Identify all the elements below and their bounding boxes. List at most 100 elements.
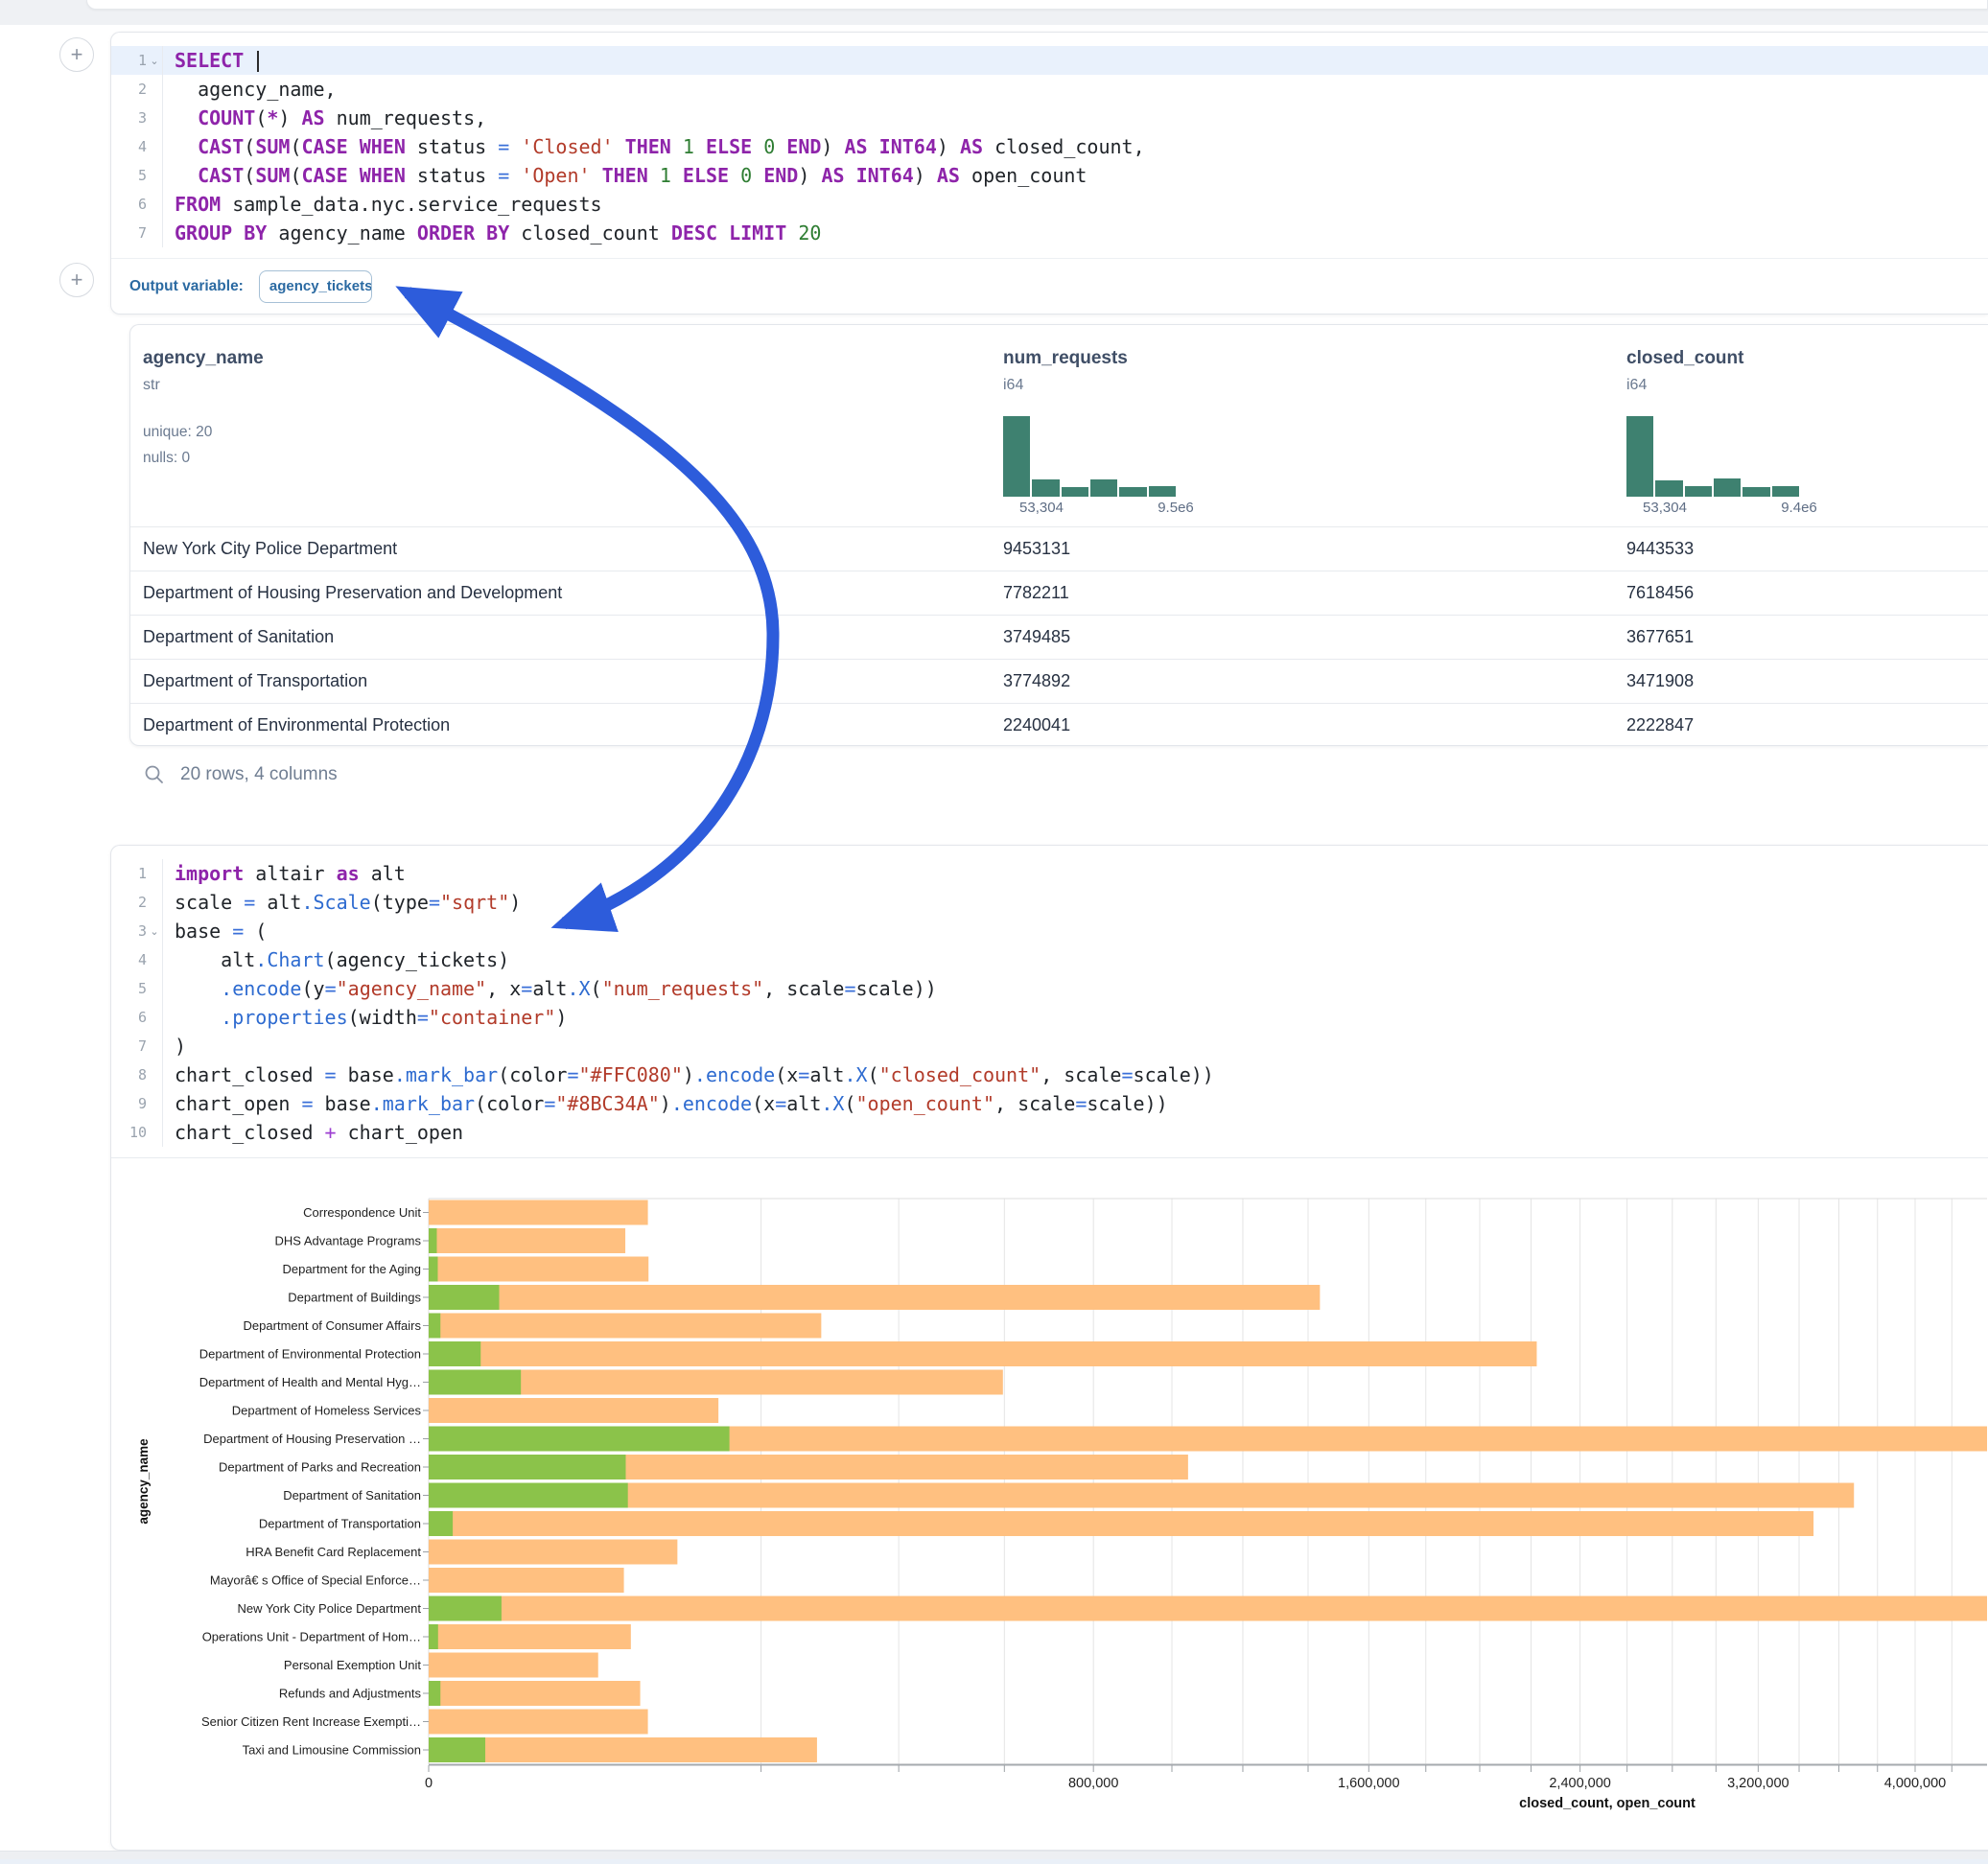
line-number: 5 — [138, 167, 147, 184]
query-results-table: agency_namestrunique: 20nulls: 0 num_requ… — [129, 324, 1988, 746]
gutter: 7 — [111, 219, 163, 247]
line-number: 3 — [138, 109, 147, 127]
code-text: .properties(width="container") — [163, 1006, 567, 1029]
gutter: 2 — [111, 888, 163, 917]
x-tick-label: 0 — [425, 1776, 433, 1791]
line-number: 6 — [138, 196, 147, 213]
line-number: 9 — [138, 1095, 147, 1112]
code-text: CAST(SUM(CASE WHEN status = 'Closed' THE… — [163, 135, 1145, 158]
line-number: 5 — [138, 980, 147, 997]
histogram-bar — [1119, 487, 1146, 497]
gutter: 6 — [111, 190, 163, 219]
line-number: 4 — [138, 138, 147, 155]
y-tick-label: Department of Homeless Services — [232, 1404, 422, 1418]
code-text: base = ( — [163, 920, 267, 943]
bar-open-count — [429, 1681, 440, 1706]
output-variable-label: Output variable: — [129, 278, 244, 295]
output-variable-row: Output variable: agency_tickets — [111, 258, 1988, 314]
histogram-bar — [1655, 480, 1682, 497]
bar-closed-count — [429, 1228, 625, 1253]
table-cell: 2240041 — [1003, 704, 1070, 747]
python-cell: 1import altair as alt 2 scale = alt.Scale(… — [110, 845, 1988, 1851]
page-bottom-strip — [0, 1851, 1988, 1864]
code-line[interactable]: 6 .properties(width="container") — [111, 1003, 1988, 1032]
y-tick-label: Department of Environmental Protection — [199, 1347, 421, 1362]
python-code-editor[interactable]: 1import altair as alt 2 scale = alt.Scale(… — [111, 846, 1988, 1147]
code-line[interactable]: 4 alt.Chart(agency_tickets) — [111, 945, 1988, 974]
bar-open-count — [429, 1285, 500, 1310]
add-cell-button-output[interactable]: + — [59, 263, 94, 297]
line-number: 2 — [138, 81, 147, 98]
bar-closed-count — [429, 1398, 718, 1423]
gutter: 6 — [111, 1003, 163, 1032]
line-number: 7 — [138, 224, 147, 242]
code-line[interactable]: 10chart_closed + chart_open — [111, 1118, 1988, 1147]
bar-closed-count — [429, 1568, 624, 1593]
code-line[interactable]: 7GROUP BY agency_name ORDER BY closed_co… — [111, 219, 1988, 247]
code-text: FROM sample_data.nyc.service_requests — [163, 193, 602, 216]
column-header-agency_name[interactable]: agency_namestrunique: 20nulls: 0 — [143, 348, 264, 471]
line-number: 10 — [129, 1124, 147, 1141]
code-line[interactable]: 3 COUNT(*) AS num_requests, — [111, 104, 1988, 132]
code-text: ) — [163, 1035, 186, 1058]
histogram-bar — [1685, 486, 1712, 497]
code-line[interactable]: 7) — [111, 1032, 1988, 1060]
code-line[interactable]: 5 CAST(SUM(CASE WHEN status = 'Open' THE… — [111, 161, 1988, 190]
code-line[interactable]: 2 scale = alt.Scale(type="sqrt") — [111, 888, 1988, 917]
bar-closed-count — [429, 1511, 1813, 1536]
code-text: agency_name, — [163, 78, 337, 101]
search-icon[interactable] — [144, 764, 165, 785]
table-row[interactable]: Department of Environmental Protection22… — [130, 703, 1988, 747]
y-tick-label: Department of Buildings — [288, 1291, 421, 1305]
table-cell: 2222847 — [1626, 704, 1694, 747]
code-line[interactable]: 3⌄base = ( — [111, 917, 1988, 945]
column-name: closed_count — [1626, 348, 1743, 369]
table-row[interactable]: Department of Sanitation37494853677651 — [130, 615, 1988, 659]
histogram-bar — [1772, 486, 1799, 497]
y-tick-label: Department for the Aging — [282, 1262, 421, 1276]
y-tick-label: Department of Sanitation — [283, 1488, 421, 1503]
bar-open-count — [429, 1427, 730, 1452]
table-cell: 3471908 — [1626, 660, 1694, 703]
code-text: SELECT — [163, 49, 259, 73]
table-row[interactable]: Department of Transportation377489234719… — [130, 659, 1988, 703]
bar-closed-count — [429, 1483, 1854, 1508]
code-line[interactable]: 6 FROM sample_data.nyc.service_requests — [111, 190, 1988, 219]
add-cell-button-top[interactable]: + — [59, 37, 94, 72]
table-row[interactable]: Department of Housing Preservation and D… — [130, 571, 1988, 615]
gutter: 2 — [111, 75, 163, 104]
output-variable-pill[interactable]: agency_tickets — [259, 270, 372, 303]
code-text: import altair as alt — [163, 862, 406, 885]
line-number: 7 — [138, 1037, 147, 1055]
code-line[interactable]: 8chart_closed = base.mark_bar(color="#FF… — [111, 1060, 1988, 1089]
table-row[interactable]: New York City Police Department945313194… — [130, 526, 1988, 571]
gutter: 9 — [111, 1089, 163, 1118]
code-text: chart_open = base.mark_bar(color="#8BC34… — [163, 1092, 1168, 1115]
line-number: 3 — [138, 922, 147, 940]
gutter: 4 — [111, 945, 163, 974]
bar-open-count — [429, 1257, 437, 1282]
code-line[interactable]: 1import altair as alt — [111, 859, 1988, 888]
page-top-strip — [0, 0, 1988, 25]
y-tick-label: Taxi and Limousine Commission — [243, 1743, 421, 1758]
histogram-bar — [1090, 479, 1117, 497]
bar-closed-count — [429, 1737, 817, 1762]
sql-code-editor[interactable]: 1⌄SELECT 2 agency_name,3 COUNT(*) AS num… — [111, 33, 1988, 247]
line-number: 2 — [138, 894, 147, 911]
bar-open-count — [429, 1370, 521, 1395]
column-header-closed_count[interactable]: closed_counti64 — [1626, 348, 1743, 394]
column-name: agency_name — [143, 348, 264, 369]
code-line[interactable]: 2 agency_name, — [111, 75, 1988, 104]
column-header-num_requests[interactable]: num_requestsi64 — [1003, 348, 1128, 394]
fold-chevron-icon[interactable]: ⌄ — [147, 55, 162, 67]
fold-chevron-icon[interactable]: ⌄ — [147, 925, 162, 938]
code-line[interactable]: 4 CAST(SUM(CASE WHEN status = 'Closed' T… — [111, 132, 1988, 161]
code-text: scale = alt.Scale(type="sqrt") — [163, 891, 521, 914]
gutter: 3⌄ — [111, 917, 163, 945]
bar-open-count — [429, 1511, 453, 1536]
code-line[interactable]: 9 chart_open = base.mark_bar(color="#8BC3… — [111, 1089, 1988, 1118]
code-line[interactable]: 1⌄SELECT — [111, 46, 1988, 75]
previous-cell-fragment — [86, 0, 1988, 10]
y-axis-title: agency_name — [136, 1438, 151, 1525]
code-line[interactable]: 5 .encode(y="agency_name", x=alt.X("num_… — [111, 974, 1988, 1003]
